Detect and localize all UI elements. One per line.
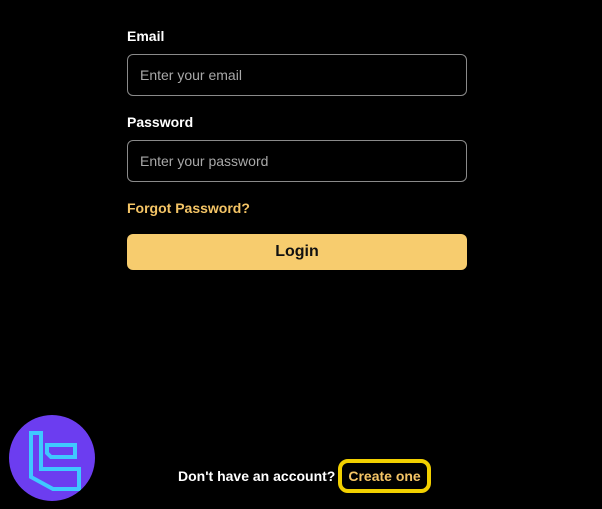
signup-prompt: Don't have an account? <box>178 468 336 484</box>
brand-mark-icon <box>29 431 81 491</box>
email-input[interactable] <box>127 54 467 96</box>
create-account-link[interactable]: Create one <box>338 459 431 493</box>
password-label: Password <box>127 114 194 130</box>
signup-row: Don't have an account? Create one <box>178 459 431 493</box>
password-input[interactable] <box>127 140 467 182</box>
forgot-password-link[interactable]: Forgot Password? <box>127 200 250 216</box>
login-button[interactable]: Login <box>127 234 467 270</box>
email-label: Email <box>127 28 165 44</box>
brand-logo-icon <box>9 415 95 501</box>
